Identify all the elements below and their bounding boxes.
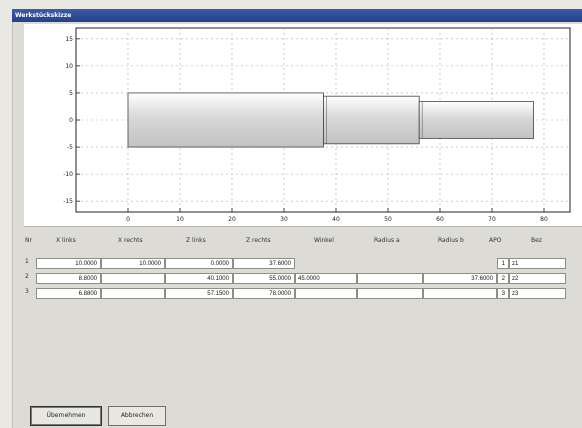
bez-field[interactable]: z2	[509, 273, 566, 284]
y-tick-label: 15	[65, 36, 73, 43]
col-header-radius-a: Radius a	[374, 237, 400, 244]
y-tick-label: -15	[63, 198, 73, 205]
bez-field[interactable]: z3	[509, 288, 566, 299]
x-links-field[interactable]: 10.0000	[36, 258, 101, 269]
apo-field[interactable]: 2	[497, 273, 509, 284]
radius-b-field[interactable]: 37.6000	[423, 273, 497, 284]
x-tick-label: 30	[280, 216, 288, 223]
z-rechts-field[interactable]: 55.0000	[233, 273, 295, 284]
x-tick-label: 50	[384, 216, 392, 223]
z-rechts-field[interactable]: 37.6000	[233, 258, 295, 269]
workpiece-segment	[323, 95, 420, 145]
window-title-bar[interactable]: Werkstückskizze	[12, 9, 582, 22]
col-header-z-links: Z links	[186, 237, 206, 244]
x-tick-label: 70	[488, 216, 496, 223]
x-tick-label: 0	[126, 216, 130, 223]
col-header-z-rechts: Z rechts	[246, 237, 271, 244]
col-header-x-links: X links	[56, 237, 76, 244]
col-header-apo: APO	[489, 237, 502, 244]
x-tick-label: 60	[436, 216, 444, 223]
radius-a-field[interactable]	[357, 288, 423, 299]
apo-field[interactable]: 1	[497, 258, 509, 269]
col-header-nr: Nr	[25, 237, 32, 244]
col-header-x-rechts: X rechts	[118, 237, 143, 244]
y-tick-label: 10	[65, 63, 73, 70]
window-title: Werkstückskizze	[15, 12, 72, 19]
accept-button[interactable]: Übernehmen	[30, 406, 102, 426]
x-rechts-field[interactable]	[101, 273, 165, 284]
winkel-field[interactable]: 45.0000	[295, 273, 357, 284]
cancel-button[interactable]: Abbrechen	[108, 406, 166, 426]
x-links-field[interactable]: 8.8000	[36, 273, 101, 284]
col-header-radius-b: Radius b	[438, 237, 464, 244]
z-links-field[interactable]: 57.1500	[165, 288, 233, 299]
apo-field[interactable]: 3	[497, 288, 509, 299]
x-links-field[interactable]: 6.8800	[36, 288, 101, 299]
winkel-field[interactable]	[295, 288, 357, 299]
x-rechts-field[interactable]	[101, 288, 165, 299]
radius-a-field[interactable]	[357, 273, 423, 284]
plot-canvas: 151050-5-10-150 10 20 30 40 50 60 70 80	[63, 27, 571, 223]
z-rechts-field[interactable]: 78.0000	[233, 288, 295, 299]
z-links-field[interactable]: 40.1000	[165, 273, 233, 284]
workpiece-segment	[418, 101, 535, 139]
workpiece-segment	[127, 92, 324, 148]
row-number: 3	[25, 288, 29, 295]
row-number: 2	[25, 273, 29, 280]
y-tick-label: 5	[69, 90, 73, 97]
col-header-bez: Bez	[531, 237, 542, 244]
x-tick-label: 10	[176, 216, 184, 223]
y-tick-label: 0	[69, 117, 73, 124]
y-tick-label: -5	[67, 144, 73, 151]
x-rechts-field[interactable]: 10.0000	[101, 258, 165, 269]
x-tick-label: 40	[332, 216, 340, 223]
radius-b-field[interactable]	[423, 288, 497, 299]
x-tick-label: 80	[540, 216, 548, 223]
z-links-field[interactable]: 0.0000	[165, 258, 233, 269]
x-tick-label: 20	[228, 216, 236, 223]
col-header-winkel: Winkel	[314, 237, 334, 244]
workpiece-plot: 15 10 5 0 -5 -10 -15 0 10 20 30 40 50 60 70 80	[24, 24, 582, 227]
bez-field[interactable]: z1	[509, 258, 566, 269]
row-number: 1	[25, 258, 29, 265]
y-tick-label: -10	[63, 171, 73, 178]
